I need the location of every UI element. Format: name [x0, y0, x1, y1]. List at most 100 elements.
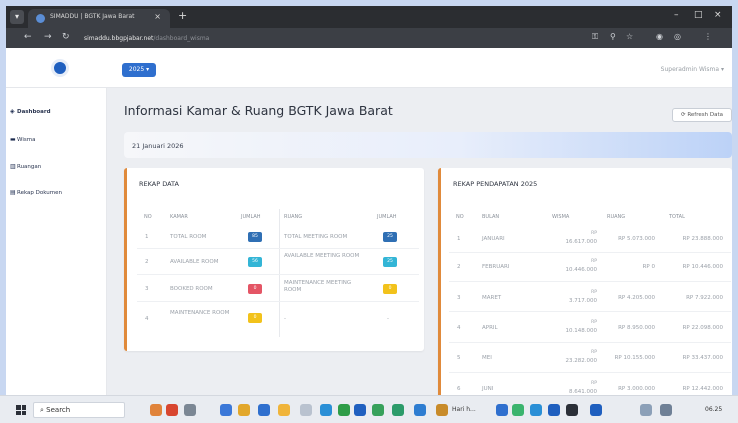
taskbar-app-icon[interactable]	[300, 404, 312, 416]
taskbar-app-icon[interactable]	[392, 404, 404, 416]
ruang-value: RP 4.205.000	[618, 295, 655, 301]
url-field[interactable]: simaddu.bbgpjabar.net/dashboard_wisma	[84, 32, 604, 45]
col-header-no: NO	[456, 214, 464, 220]
taskbar-clock[interactable]: 06.25	[705, 406, 722, 413]
taskbar-app-icon[interactable]	[530, 404, 542, 416]
taskbar-app-icon[interactable]	[354, 404, 366, 416]
extension-icon[interactable]: ◉	[656, 32, 663, 41]
row-number: 1	[457, 236, 461, 242]
taskbar-app-icon[interactable]	[166, 404, 178, 416]
taskbar-app-icon[interactable]	[512, 404, 524, 416]
key-icon[interactable]: ⚿	[592, 32, 598, 42]
bookmark-star-icon[interactable]: ☆	[626, 32, 633, 41]
taskbar-app-icon[interactable]	[320, 404, 332, 416]
sidebar-item-ruangan[interactable]: ▥Ruangan	[10, 163, 41, 170]
url-path: /dashboard_wisma	[153, 35, 210, 42]
sidebar-item-wisma[interactable]: ▬Wisma	[10, 136, 35, 143]
kamar-label: MAINTENANCE ROOM	[170, 310, 230, 316]
month-label: MEI	[482, 355, 492, 361]
month-label: JANUARI	[482, 236, 505, 242]
taskbar-app-icon[interactable]	[238, 404, 250, 416]
row-number: 3	[145, 286, 149, 292]
taskbar-app-icon[interactable]	[436, 404, 448, 416]
url-host: simaddu.bbgpjabar.net	[84, 35, 154, 42]
kamar-count-badge: 85	[248, 232, 262, 242]
minimize-icon[interactable]: –	[674, 10, 679, 20]
wisma-currency: RP	[591, 231, 597, 236]
ruang-count-badge: 25	[383, 257, 397, 267]
ruang-value: RP 0	[642, 264, 655, 270]
ruang-count-badge: 0	[383, 284, 397, 294]
col-header-ruang: RUANG	[607, 214, 626, 220]
rekap-data-card: REKAP DATA NO KAMAR JUMLAH RUANG JUMLAH …	[124, 168, 424, 351]
tab-search-icon[interactable]: ▾	[10, 10, 24, 24]
kamar-label: BOOKED ROOM	[170, 286, 213, 292]
col-header-total: TOTAL	[669, 214, 685, 220]
taskbar-search[interactable]: ⌕ Search	[33, 402, 125, 418]
chrome-icon[interactable]	[338, 404, 350, 416]
taskbar-app-label[interactable]: Hari h...	[452, 406, 476, 413]
wisma-value: 3.717.000	[569, 298, 597, 304]
ruang-label: MAINTENANCE MEETING ROOM	[284, 280, 352, 293]
taskbar-app-icon[interactable]	[414, 404, 426, 416]
browser-address-bar: ← → ↻ simaddu.bbgpjabar.net/dashboard_wi…	[6, 28, 732, 48]
wisma-value: 23.282.000	[565, 358, 598, 364]
forward-icon[interactable]: →	[44, 32, 52, 42]
month-label: FEBRUARI	[482, 264, 510, 270]
menu-icon[interactable]: ⋮	[704, 32, 712, 41]
new-tab-icon[interactable]: +	[178, 9, 187, 22]
row-number: 4	[457, 325, 461, 331]
taskbar-app-icon[interactable]	[548, 404, 560, 416]
tray-icon[interactable]	[660, 404, 672, 416]
row-divider	[137, 248, 419, 249]
page-title: Informasi Kamar & Ruang BGTK Jawa Barat	[124, 103, 393, 118]
zoom-icon[interactable]: ⚲	[610, 32, 616, 41]
col-header-kamar: KAMAR	[170, 214, 188, 220]
taskbar-app-icon[interactable]	[278, 404, 290, 416]
sidebar: ◈ Dashboard ▬Wisma ▥Ruangan ▤Rekap Dokume…	[6, 88, 107, 401]
document-icon: ▤	[10, 189, 16, 196]
tab-title: SIMADDU | BGTK Jawa Barat	[50, 13, 135, 20]
taskbar-app-icon[interactable]	[372, 404, 384, 416]
user-menu[interactable]: Superadmin Wisma ▾	[661, 66, 724, 73]
sidebar-item-rekap-dokumen[interactable]: ▤Rekap Dokumen	[10, 189, 62, 196]
reload-icon[interactable]: ↻	[62, 32, 70, 42]
row-divider	[449, 252, 731, 253]
col-header-bulan: BULAN	[482, 214, 500, 220]
row-divider	[449, 372, 731, 373]
total-value: RP 7.922.000	[686, 295, 723, 301]
windows-start-icon[interactable]	[16, 405, 26, 415]
month-label: JUNI	[482, 386, 494, 392]
maximize-icon[interactable]: □	[694, 10, 703, 20]
refresh-data-button[interactable]: ⟳ Refresh Data	[672, 108, 732, 122]
sidebar-item-label: Dashboard	[17, 109, 51, 115]
profile-icon[interactable]: ◎	[674, 32, 681, 41]
year-select-button[interactable]: 2025 ▾	[122, 63, 156, 77]
screen-frame: ▾ SIMADDU | BGTK Jawa Barat × + – □ × ← …	[0, 0, 738, 423]
wisma-currency: RP	[591, 320, 597, 325]
current-date: 21 Januari 2026	[132, 142, 184, 150]
sidebar-item-label: Rekap Dokumen	[17, 190, 62, 196]
app-logo-icon	[51, 59, 69, 77]
taskbar-app-icon[interactable]	[566, 404, 578, 416]
date-banner: 21 Januari 2026	[124, 132, 732, 158]
wisma-currency: RP	[591, 290, 597, 295]
taskbar-app-icon[interactable]	[184, 404, 196, 416]
taskbar-app-icon[interactable]	[590, 404, 602, 416]
back-icon[interactable]: ←	[24, 32, 32, 42]
browser-tab[interactable]: SIMADDU | BGTK Jawa Barat ×	[28, 9, 170, 28]
dashboard-icon: ◈	[10, 108, 15, 115]
tray-icon[interactable]	[640, 404, 652, 416]
kamar-count-badge: 0	[248, 284, 262, 294]
taskbar-app-icon[interactable]	[220, 404, 232, 416]
taskbar-app-icon[interactable]	[258, 404, 270, 416]
site-favicon-icon	[36, 14, 45, 23]
tab-close-icon[interactable]: ×	[154, 12, 161, 21]
taskbar-app-icon[interactable]	[150, 404, 162, 416]
ruang-value: RP 10.155.000	[614, 355, 655, 361]
taskbar-app-icon[interactable]	[496, 404, 508, 416]
month-label: MARET	[482, 295, 502, 301]
os-taskbar: ⌕ Search Hari h... 06.25	[0, 395, 738, 423]
sidebar-item-dashboard[interactable]: ◈ Dashboard	[10, 108, 51, 115]
window-close-icon[interactable]: ×	[714, 10, 722, 20]
